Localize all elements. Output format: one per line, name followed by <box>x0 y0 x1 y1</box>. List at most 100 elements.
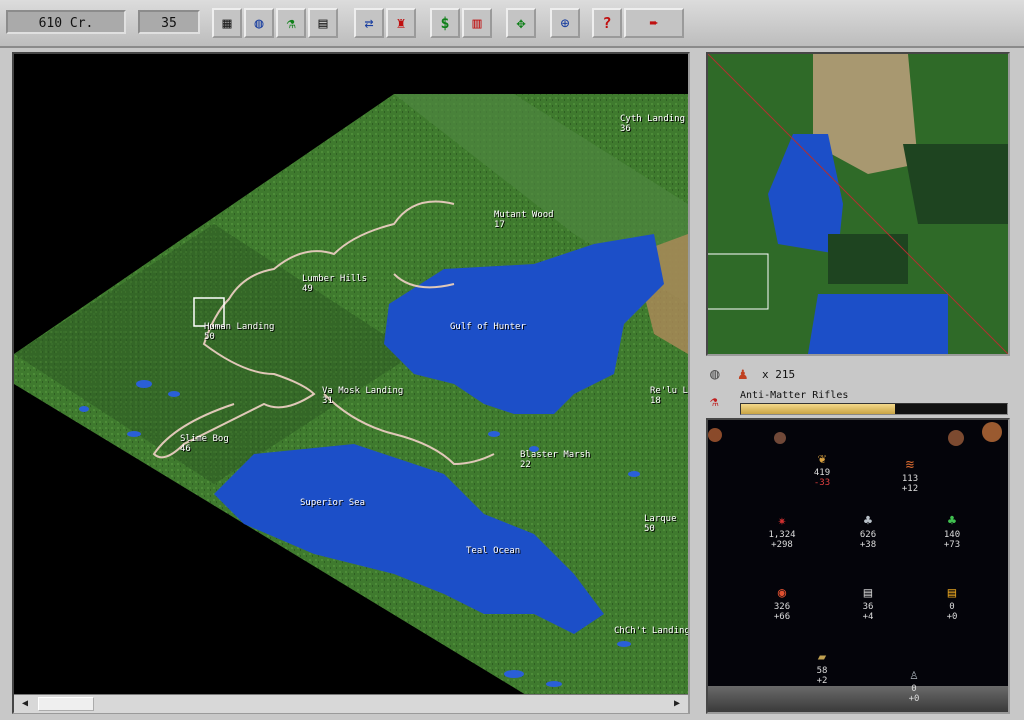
colonies-icon: ▦ <box>222 14 232 32</box>
minimap[interactable] <box>706 52 1010 356</box>
city-label[interactable]: Human Landing 50 <box>204 322 274 342</box>
resource-metal: ▤ 36 +4 <box>838 584 898 622</box>
resource-ore: ♣ 626 +38 <box>838 512 898 550</box>
planet-icon <box>982 422 1002 442</box>
planet-icon <box>948 430 964 446</box>
magnifier-icon: ⊕ <box>560 14 570 32</box>
ore-icon: ♣ <box>863 513 873 529</box>
city-label[interactable]: Mutant Wood 17 <box>494 210 554 230</box>
research-button[interactable]: ⚗ <box>276 8 306 38</box>
city-label[interactable]: Blaster Marsh 22 <box>520 450 590 470</box>
dome-icon: ◍ <box>710 364 720 383</box>
resource-value: 626 <box>859 530 877 540</box>
research-progress-fill <box>741 404 896 414</box>
zoom-button[interactable]: ⊕ <box>550 8 580 38</box>
lumber-icon: ≋ <box>905 457 915 473</box>
energy-icon: ◉ <box>777 585 787 601</box>
resource-value: 36 <box>862 602 874 612</box>
resource-value: 419 <box>813 468 831 478</box>
textiles-icon: ▰ <box>817 649 827 665</box>
planet-icon <box>774 432 786 444</box>
scroll-thumb[interactable] <box>38 697 94 711</box>
research-progress-bar <box>740 403 1008 415</box>
food-icon: ❦ <box>817 451 827 467</box>
end-turn-button[interactable]: ➨ <box>624 8 684 38</box>
turn-readout: 35 <box>138 10 200 34</box>
help-button[interactable]: ? <box>592 8 622 38</box>
minimap-terrain <box>708 54 1008 354</box>
factory-icon: ▥ <box>472 14 482 32</box>
colonies-button[interactable]: ▦ <box>212 8 242 38</box>
resource-value: 0 <box>911 684 917 694</box>
trade-button[interactable]: ✥ <box>506 8 536 38</box>
resource-delta: +66 <box>773 612 791 622</box>
city-label[interactable]: Slime Bog 46 <box>180 434 229 454</box>
crystals-icon: ♣ <box>947 513 957 529</box>
resource-delta: +0 <box>908 694 920 704</box>
diplomacy-button[interactable]: ⇄ <box>354 8 384 38</box>
scroll-right-icon[interactable]: ▶ <box>670 697 684 711</box>
resource-delta: +73 <box>943 540 961 550</box>
city-label[interactable]: Va Mosk Landing 31 <box>322 386 403 406</box>
resource-delta: +298 <box>771 540 793 550</box>
diplomacy-icon: ⇄ <box>364 14 374 32</box>
resource-delta: +38 <box>859 540 877 550</box>
planet-dome-icon: ◍ <box>254 14 264 32</box>
finance-button[interactable]: $ <box>430 8 460 38</box>
scroll-left-icon[interactable]: ◀ <box>18 697 32 711</box>
world-map[interactable]: Cyth Landing 36 Mutant Wood 17 Lumber Hill… <box>12 52 690 714</box>
citizen-icon: ♟ <box>738 364 748 383</box>
question-icon: ? <box>602 14 612 32</box>
city-label[interactable]: Larque 50 <box>644 514 677 534</box>
build-button[interactable]: ▥ <box>462 8 492 38</box>
resource-delta: +12 <box>901 484 919 494</box>
population-count: x 215 <box>762 368 796 381</box>
top-toolbar: 610 Cr. 35 ▦ ◍ ⚗ ▤ ⇄ ♜ $ ▥ ✥ ⊕ ? ➨ <box>0 0 1024 48</box>
resource-gold: ▤ 0 +0 <box>922 584 982 622</box>
credits-readout: 610 Cr. <box>6 10 126 34</box>
planets-button[interactable]: ◍ <box>244 8 274 38</box>
resource-energy: ◉ 326 +66 <box>752 584 812 622</box>
region-label: Gulf of Hunter <box>450 322 526 332</box>
research-flask-icon: ⚗ <box>710 394 719 410</box>
resources-panel: ❦ 419 -33 ≋ 113 +12 ✷ 1,324 +298 ♣ 626 +38 ♣ 140 +73 ◉ 3… <box>706 418 1010 714</box>
resource-delta: +2 <box>816 676 828 686</box>
dollar-icon: $ <box>440 14 450 32</box>
end-turn-arrow-icon: ➨ <box>649 14 659 32</box>
units-button[interactable]: ♜ <box>386 8 416 38</box>
resource-textiles: ▰ 58 +2 <box>792 648 852 686</box>
city-label[interactable]: Lumber Hills 49 <box>302 274 367 294</box>
document-icon: ▤ <box>318 14 328 32</box>
resource-value: 113 <box>901 474 919 484</box>
city-label[interactable]: ChCh't Landing <box>614 626 688 636</box>
unit-icon: ♜ <box>396 14 406 32</box>
resource-food: ❦ 419 -33 <box>792 450 852 488</box>
resource-delta: +0 <box>946 612 958 622</box>
resource-value: 326 <box>773 602 791 612</box>
map-terrain <box>14 94 688 712</box>
resource-delta: +4 <box>862 612 874 622</box>
moon-surface <box>708 686 1008 712</box>
flask-icon: ⚗ <box>286 14 296 32</box>
resource-lumber: ≋ 113 +12 <box>880 456 940 494</box>
resource-artifact: ♙ 0 +0 <box>884 666 944 704</box>
planet-icon <box>708 428 722 442</box>
metal-icon: ▤ <box>863 585 873 601</box>
resource-value: 58 <box>816 666 828 676</box>
region-label: Superior Sea <box>300 498 366 508</box>
region-label: Teal Ocean <box>466 546 521 556</box>
resource-crystals: ♣ 140 +73 <box>922 512 982 550</box>
resource-value: 0 <box>949 602 955 612</box>
city-label[interactable]: Cyth Landing 36 <box>620 114 685 134</box>
research-project-label: Anti-Matter Rifles <box>740 390 849 401</box>
artifact-icon: ♙ <box>909 667 919 683</box>
city-label[interactable]: Re'lu Lg 18 <box>650 386 688 406</box>
resource-research: ✷ 1,324 +298 <box>752 512 812 550</box>
reports-button[interactable]: ▤ <box>308 8 338 38</box>
research-icon: ✷ <box>777 513 787 529</box>
map-horizontal-scrollbar[interactable]: ◀ ▶ <box>14 694 688 713</box>
gold-icon: ▤ <box>947 585 957 601</box>
resource-value: 1,324 <box>768 530 796 540</box>
resource-delta: -33 <box>813 478 831 488</box>
resource-value: 140 <box>943 530 961 540</box>
